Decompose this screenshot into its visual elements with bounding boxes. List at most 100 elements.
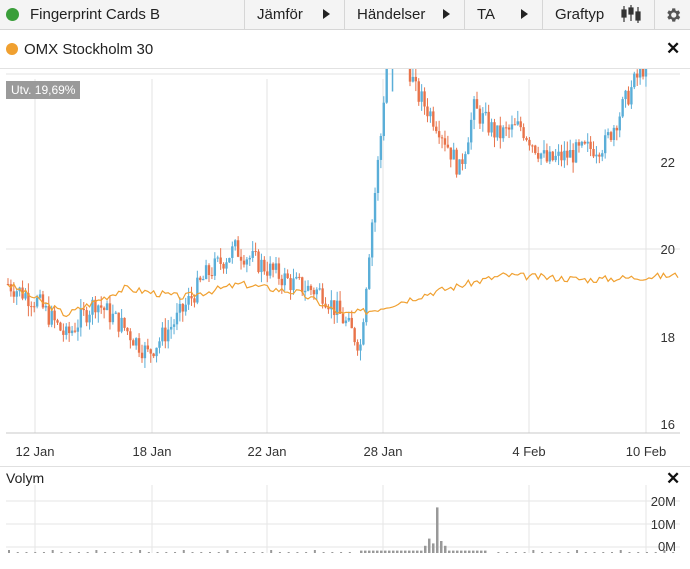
compare-legend: OMX Stockholm 30 ✕ xyxy=(0,30,690,69)
candlestick-series xyxy=(6,69,648,368)
charttype-button[interactable]: Graftyp xyxy=(543,0,655,29)
events-button[interactable]: Händelser xyxy=(345,0,465,29)
candle-body xyxy=(82,308,85,311)
ta-label: TA xyxy=(477,6,496,23)
candle-body xyxy=(76,327,80,332)
candle-body xyxy=(70,330,74,334)
volume-bar xyxy=(165,552,168,553)
candle-body xyxy=(601,153,604,157)
candle-body xyxy=(510,124,514,130)
candle-body xyxy=(638,69,642,78)
candle-body xyxy=(134,338,138,346)
candle-body xyxy=(117,312,120,332)
volume-bar xyxy=(396,550,399,553)
candle-body xyxy=(266,271,269,276)
candle-body xyxy=(452,149,455,160)
volume-bar xyxy=(174,552,177,553)
volume-bar xyxy=(191,552,194,553)
candle-body xyxy=(502,127,505,139)
series-color-dot xyxy=(6,43,18,55)
volume-bar xyxy=(69,552,72,553)
candle-body xyxy=(254,251,257,253)
volume-bar xyxy=(51,550,54,553)
candle-body xyxy=(41,294,45,308)
candle-body xyxy=(464,154,467,164)
volume-bar xyxy=(235,552,238,553)
candle-body xyxy=(193,298,196,303)
candle-body xyxy=(303,290,307,293)
candle-body xyxy=(12,291,16,297)
candle-body xyxy=(123,317,126,328)
compare-button[interactable]: Jämför xyxy=(245,0,345,29)
volume-bar xyxy=(209,552,211,553)
candle-body xyxy=(260,259,263,273)
candle-body xyxy=(263,259,266,272)
candle-body xyxy=(187,296,190,305)
candle-body xyxy=(589,141,592,150)
candle-body xyxy=(132,340,135,346)
compare-series-label: OMX Stockholm 30 xyxy=(24,41,154,58)
candle-body xyxy=(373,192,377,223)
candle-body xyxy=(490,122,493,133)
candle-body xyxy=(50,310,53,325)
price-chart[interactable]: 22 20 18 16 12 Jan 18 Jan 22 Jan 28 Jan … xyxy=(0,69,690,469)
volume-bar xyxy=(42,552,45,553)
instrument-selector[interactable]: Fingerprint Cards B xyxy=(0,0,245,29)
x-tick: 4 Feb xyxy=(512,444,545,459)
ta-button[interactable]: TA xyxy=(465,0,543,29)
candle-body xyxy=(627,90,630,105)
volume-bar xyxy=(532,550,535,553)
change-badge: Utv. 19,69% xyxy=(6,81,81,99)
volume-bar xyxy=(428,538,431,553)
volume-bar xyxy=(340,552,343,553)
candle-body xyxy=(633,73,636,88)
volume-bar xyxy=(484,550,487,553)
candle-body xyxy=(53,310,56,321)
volume-bar xyxy=(602,552,605,553)
volume-bar xyxy=(567,552,570,553)
candle-body xyxy=(283,273,286,286)
volume-bar xyxy=(243,552,246,553)
candle-body xyxy=(624,90,627,100)
candle-body xyxy=(493,122,496,138)
volume-bar xyxy=(432,543,435,553)
candle-body xyxy=(201,279,205,281)
x-tick: 12 Jan xyxy=(15,444,54,459)
volume-bars xyxy=(8,507,675,553)
volume-y-tick: 10M xyxy=(651,517,676,532)
candle-body xyxy=(560,151,563,161)
volume-bar xyxy=(619,550,622,553)
candle-body xyxy=(146,345,150,350)
volume-y-tick: 20M xyxy=(651,494,676,509)
volume-bar xyxy=(452,550,455,553)
settings-button[interactable] xyxy=(655,0,690,29)
y-tick: 18 xyxy=(661,330,675,345)
candle-body xyxy=(169,326,173,330)
volume-bar xyxy=(400,550,403,553)
candle-body xyxy=(522,127,525,139)
candle-body xyxy=(289,278,292,291)
candle-body xyxy=(414,76,418,82)
candle-body xyxy=(30,306,33,308)
volume-bar xyxy=(637,552,640,553)
candle-body xyxy=(239,256,243,261)
volume-chart[interactable]: 20M 10M 0M xyxy=(0,485,690,569)
candle-body xyxy=(545,150,549,162)
toolbar: Fingerprint Cards B Jämför Händelser TA … xyxy=(0,0,690,30)
remove-compare-close-icon[interactable]: ✕ xyxy=(666,39,680,59)
candle-body xyxy=(420,91,423,102)
candle-body xyxy=(321,288,324,304)
candle-body xyxy=(592,149,595,157)
candle-body xyxy=(234,240,237,247)
candle-body xyxy=(636,73,639,78)
volume-bar xyxy=(576,550,579,553)
candle-body xyxy=(306,285,310,291)
candle-body xyxy=(461,159,464,164)
volume-bar xyxy=(436,507,439,553)
volume-bar xyxy=(440,541,443,553)
candle-body xyxy=(612,127,616,140)
volume-bar xyxy=(95,550,98,553)
volume-bar xyxy=(420,550,423,553)
candle-body xyxy=(268,263,272,276)
play-arrow-icon xyxy=(521,9,528,19)
